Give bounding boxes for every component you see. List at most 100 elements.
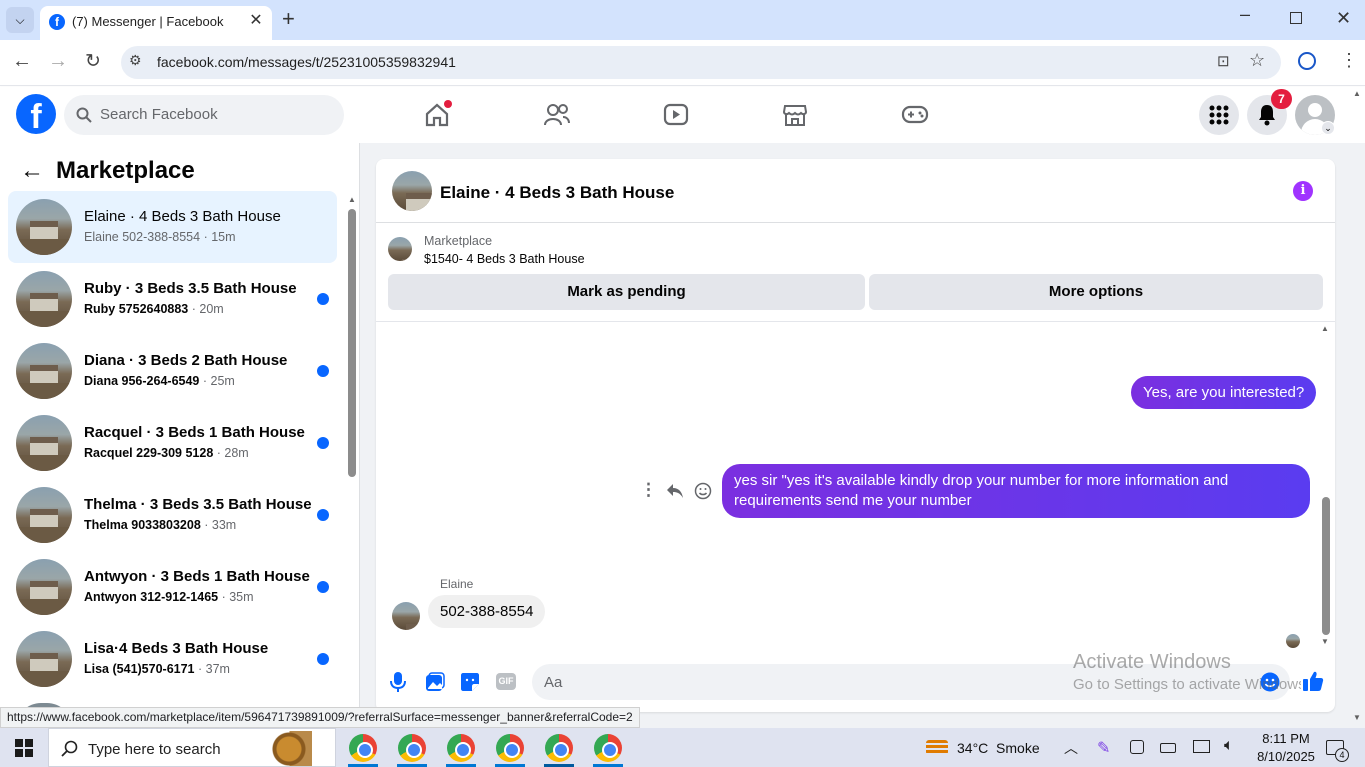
marketplace-icon[interactable] [782, 102, 808, 128]
chat-scroll-up-icon[interactable]: ▲ [1321, 324, 1329, 333]
conversation-item[interactable]: Lisa·4 Beds 3 Bath House Lisa (541)570-6… [8, 623, 337, 695]
sidebar-scrollbar[interactable]: ▲ [347, 195, 357, 725]
tab-close-icon[interactable]: ✕ [246, 10, 266, 32]
taskbar-search-box[interactable]: Type here to search [48, 728, 336, 767]
sticker-icon[interactable] [460, 672, 480, 692]
menu-grid-button[interactable] [1199, 95, 1239, 135]
url-field[interactable]: ⚙ facebook.com/messages/t/25231005359832… [121, 46, 1281, 79]
reload-icon[interactable]: ↻ [85, 50, 101, 73]
smoke-weather-icon [926, 740, 948, 755]
conversation-item[interactable]: Diana · 3 Beds 2 Bath House Diana 956-26… [8, 335, 337, 407]
conversation-title: Diana · 3 Beds 2 Bath House [84, 352, 288, 369]
message-bubble-outgoing[interactable]: yes sir "yes it's available kindly drop … [722, 464, 1310, 518]
browser-tab-bar: ⌵ f (7) Messenger | Facebook ✕ + – ✕ [0, 0, 1365, 40]
chrome-profile-5-icon[interactable] [545, 734, 573, 762]
listing-title[interactable]: $1540- 4 Beds 3 Bath House [424, 252, 585, 266]
site-info-icon[interactable]: ⚙ [129, 52, 142, 69]
browser-tab[interactable]: f (7) Messenger | Facebook ✕ [40, 6, 272, 40]
microphone-icon[interactable] [390, 671, 406, 693]
more-options-button[interactable]: More options [869, 274, 1323, 310]
conversation-title: Racquel · 3 Beds 1 Bath House [84, 424, 305, 441]
profile-icon[interactable] [1298, 52, 1316, 70]
chrome-profile-3-icon[interactable] [447, 734, 475, 762]
clock-date[interactable]: 8/10/2025 [1254, 749, 1318, 764]
browser-menu-icon[interactable]: ⋮ [1340, 50, 1358, 71]
scrollbar-thumb[interactable] [348, 209, 356, 477]
bell-icon [1259, 105, 1275, 126]
facebook-logo-icon[interactable]: f [16, 94, 56, 136]
url-text: facebook.com/messages/t/2523100535983294… [157, 54, 456, 70]
message-more-icon[interactable]: ⋮ [640, 480, 657, 500]
chrome-profile-4-icon[interactable] [496, 734, 524, 762]
seen-receipt-avatar [1286, 634, 1300, 648]
unread-dot [317, 365, 329, 377]
friends-icon[interactable] [543, 102, 571, 128]
volume-icon[interactable]: 🔈︎ [1224, 737, 1234, 755]
message-bubble-outgoing[interactable]: Yes, are you interested? [1131, 376, 1317, 409]
activate-windows-title: Activate Windows [1073, 651, 1231, 673]
like-thumb-icon[interactable] [1302, 670, 1324, 692]
conversation-preview: Thelma 9033803208 · 33m [84, 518, 237, 532]
chat-header: Elaine · 4 Beds 3 Bath House i [376, 159, 1335, 223]
listing-label: Marketplace [424, 234, 493, 248]
new-tab-button[interactable]: + [282, 6, 295, 32]
search-icon [61, 740, 78, 757]
listing-thumbnail [16, 271, 72, 327]
network-icon[interactable] [1193, 740, 1210, 753]
conversation-item[interactable]: Antwyon · 3 Beds 1 Bath House Antwyon 31… [8, 551, 337, 623]
search-box[interactable]: Search Facebook [64, 95, 344, 135]
unread-dot [317, 581, 329, 593]
scroll-up-arrow-icon[interactable]: ▲ [348, 195, 356, 204]
grid-icon [1209, 105, 1229, 125]
restore-button[interactable] [1290, 12, 1302, 24]
conversation-preview: Elaine 502-388-8554 · 15m [84, 230, 236, 244]
chat-scrollbar-thumb[interactable] [1322, 497, 1330, 635]
conversation-item[interactable]: Racquel · 3 Beds 1 Bath House Racquel 22… [8, 407, 337, 479]
sidebar-title: Marketplace [56, 157, 195, 184]
page-scroll-down-icon[interactable]: ▼ [1353, 713, 1361, 722]
gaming-icon[interactable] [901, 104, 929, 126]
close-window-button[interactable]: ✕ [1336, 8, 1351, 29]
reply-icon[interactable] [666, 483, 684, 499]
conversation-item[interactable]: Thelma · 3 Beds 3.5 Bath House Thelma 90… [8, 479, 337, 551]
minimize-button[interactable]: – [1240, 4, 1250, 25]
action-center-badge: 4 [1335, 748, 1349, 762]
video-icon[interactable] [663, 102, 689, 128]
account-chevron-down-icon[interactable]: ⌄ [1321, 121, 1335, 135]
listing-thumbnail [16, 415, 72, 471]
mark-as-pending-button[interactable]: Mark as pending [388, 274, 865, 310]
gif-button[interactable]: GIF [496, 673, 516, 690]
photo-icon[interactable] [425, 672, 445, 692]
chat-listing-avatar[interactable] [392, 171, 432, 211]
conversation-preview: Lisa (541)570-6171 · 37m [84, 662, 230, 676]
chrome-profile-1-icon[interactable] [349, 734, 377, 762]
pen-icon[interactable]: ✎ [1097, 738, 1110, 758]
chat-title[interactable]: Elaine · 4 Beds 3 Bath House [440, 183, 674, 203]
back-icon[interactable]: ← [12, 50, 32, 73]
show-hidden-icons-chevron-icon[interactable]: ︿ [1064, 738, 1078, 758]
conversation-item[interactable]: Elaine · 4 Beds 3 Bath House Elaine 502-… [8, 191, 337, 263]
sender-name: Elaine [440, 577, 474, 591]
forward-icon[interactable]: → [48, 50, 68, 73]
chat-scroll-down-icon[interactable]: ▼ [1321, 637, 1329, 646]
message-bubble-incoming[interactable]: 502-388-8554 [428, 595, 546, 628]
tab-search-button[interactable]: ⌵ [6, 7, 34, 33]
listing-banner-thumbnail[interactable] [388, 237, 412, 261]
windows-start-icon[interactable] [15, 739, 33, 757]
sender-avatar[interactable] [392, 602, 420, 630]
link-status-bar: https://www.facebook.com/marketplace/ite… [0, 707, 640, 728]
react-emoji-icon[interactable] [694, 482, 712, 500]
info-icon[interactable]: i [1293, 181, 1313, 201]
bookmark-star-icon[interactable]: ☆ [1249, 50, 1265, 71]
back-arrow-icon[interactable]: ← [20, 157, 44, 185]
chrome-profile-2-icon[interactable] [398, 734, 426, 762]
chrome-profile-6-icon[interactable] [594, 734, 622, 762]
page-scroll-up-icon[interactable]: ▲ [1353, 89, 1361, 98]
meet-now-icon[interactable] [1130, 740, 1144, 754]
battery-icon[interactable] [1160, 743, 1176, 753]
conversation-title: Elaine · 4 Beds 3 Bath House [84, 208, 281, 225]
conversation-item[interactable]: Ruby · 3 Beds 3.5 Bath House Ruby 575264… [8, 263, 337, 335]
install-app-icon[interactable]: ⊡ [1217, 52, 1230, 70]
clock-time[interactable]: 8:11 PM [1261, 731, 1311, 746]
listing-thumbnail [16, 631, 72, 687]
